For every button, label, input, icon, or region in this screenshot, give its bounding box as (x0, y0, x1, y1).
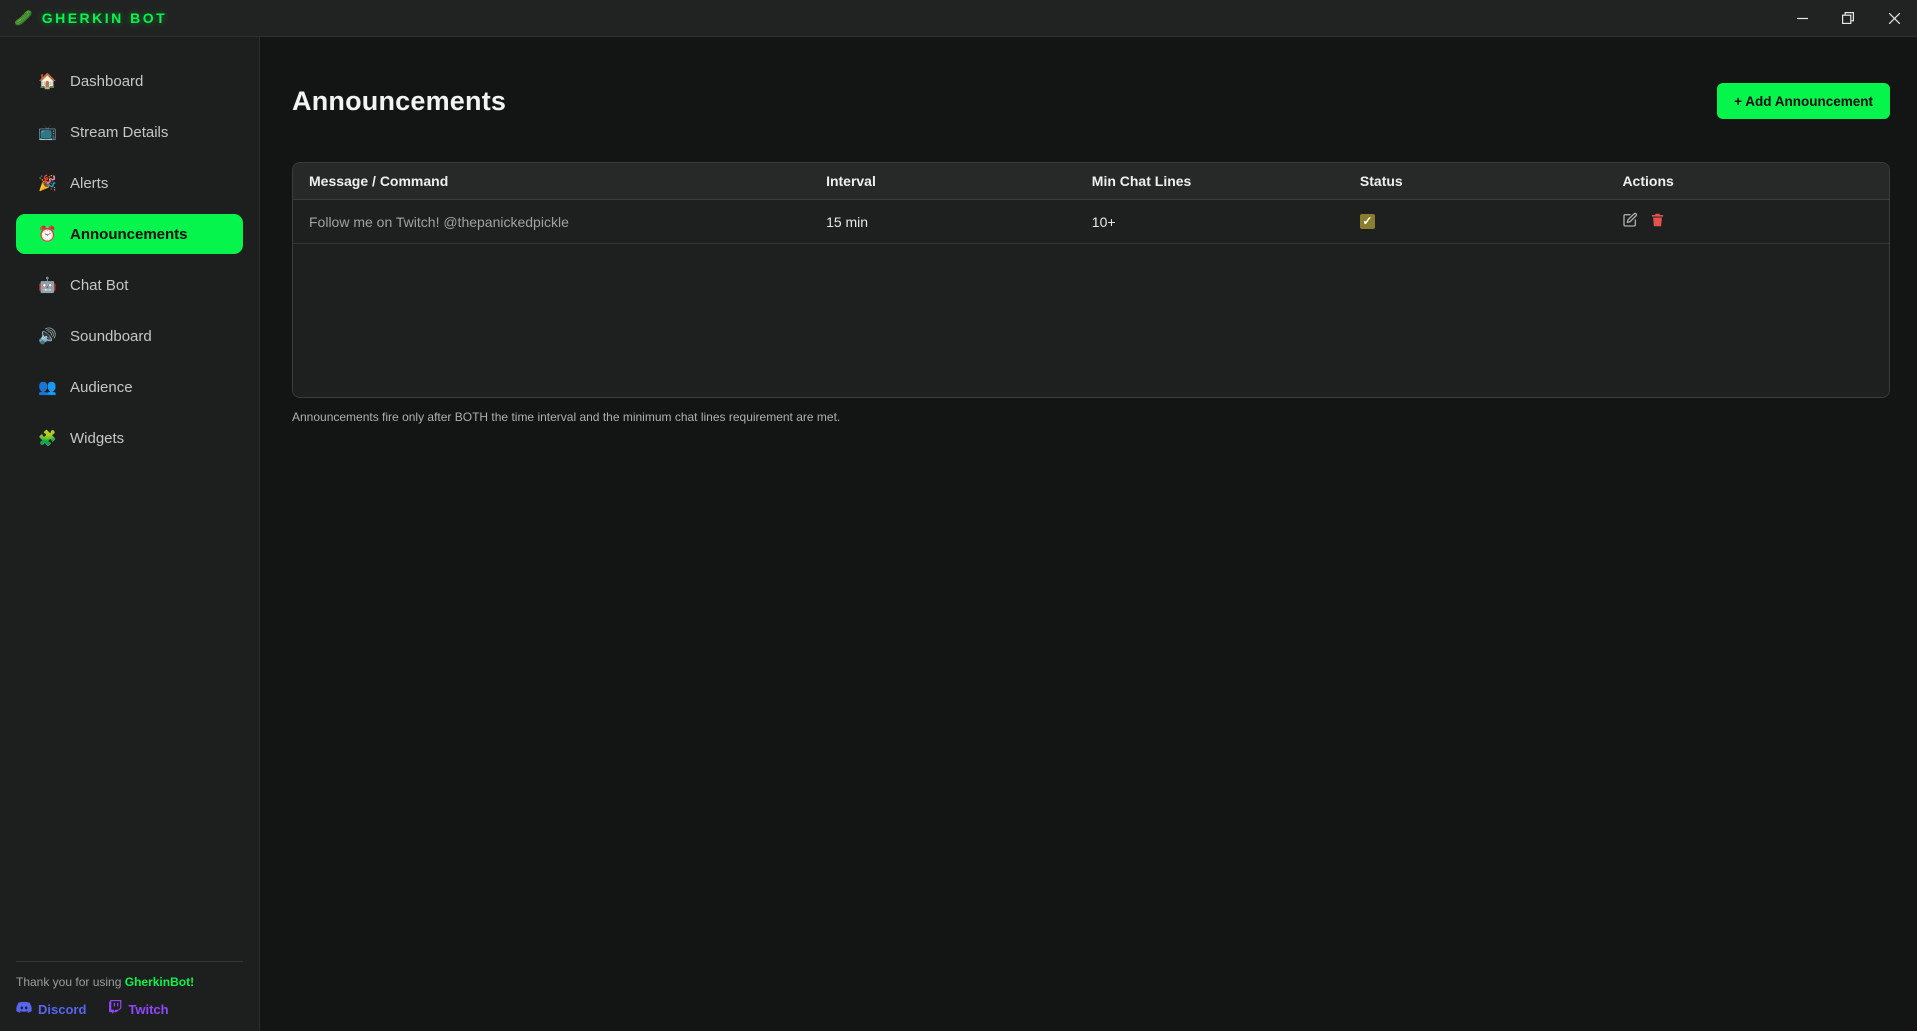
col-header-min-chat-lines: Min Chat Lines (1092, 173, 1360, 189)
main-header: Announcements + Add Announcement (292, 83, 1890, 119)
pickle-icon: 🥒 (14, 11, 33, 26)
add-announcement-button[interactable]: + Add Announcement (1717, 83, 1890, 119)
edit-icon (1622, 212, 1638, 231)
status-cell (1360, 214, 1623, 229)
dashboard-icon: 🏠 (38, 74, 56, 89)
app-title: GHERKIN BOT (42, 10, 168, 26)
main-content: Announcements + Add Announcement Message… (260, 37, 1917, 1031)
message-cell: Follow me on Twitch! @thepanickedpickle (293, 214, 826, 230)
twitch-link[interactable]: Twitch (108, 1000, 168, 1018)
sidebar-item-label: Audience (70, 379, 133, 396)
col-header-interval: Interval (826, 173, 1092, 189)
sidebar-footer: Thank you for using GherkinBot! Discord … (0, 961, 259, 1031)
party-popper-icon: 🎉 (38, 176, 56, 191)
sidebar-item-label: Stream Details (70, 124, 168, 141)
titlebar: 🥒 GHERKIN BOT (0, 0, 1917, 37)
sidebar-item-label: Dashboard (70, 73, 143, 90)
sidebar-item-label: Announcements (70, 226, 188, 243)
col-header-message: Message / Command (293, 173, 826, 189)
edit-button[interactable] (1622, 212, 1638, 231)
delete-button[interactable] (1650, 212, 1665, 231)
people-icon: 👥 (38, 380, 56, 395)
sidebar-item-announcements[interactable]: ⏰ Announcements (16, 214, 243, 254)
window-controls (1779, 0, 1917, 36)
table-row: Follow me on Twitch! @thepanickedpickle … (293, 200, 1889, 244)
thanks-text: Thank you for using GherkinBot! (16, 975, 243, 989)
thanks-prefix: Thank you for using (16, 975, 125, 989)
discord-icon (16, 1001, 32, 1017)
sidebar-item-chat-bot[interactable]: 🤖 Chat Bot (16, 265, 243, 305)
announcements-table: Message / Command Interval Min Chat Line… (292, 162, 1890, 398)
actions-cell (1622, 212, 1889, 231)
col-header-actions: Actions (1622, 173, 1889, 189)
discord-link[interactable]: Discord (16, 1001, 86, 1017)
sidebar-divider (16, 961, 243, 962)
close-button[interactable] (1871, 0, 1917, 36)
app-brand: 🥒 GHERKIN BOT (0, 10, 167, 26)
page-title: Announcements (292, 86, 506, 117)
puzzle-icon: 🧩 (38, 431, 56, 446)
min-chat-lines-cell: 10+ (1092, 214, 1360, 230)
close-icon (1889, 13, 1900, 24)
twitch-link-label: Twitch (128, 1002, 168, 1017)
sidebar-item-label: Soundboard (70, 328, 152, 345)
sidebar-item-label: Chat Bot (70, 277, 128, 294)
minimize-icon (1797, 13, 1808, 24)
restore-icon (1842, 12, 1854, 24)
discord-link-label: Discord (38, 1002, 86, 1017)
restore-button[interactable] (1825, 0, 1871, 36)
tv-icon: 📺 (38, 125, 56, 140)
sidebar: 🏠 Dashboard 📺 Stream Details 🎉 Alerts ⏰ … (0, 37, 260, 1031)
app-shell: 🏠 Dashboard 📺 Stream Details 🎉 Alerts ⏰ … (0, 37, 1917, 1031)
speaker-icon: 🔊 (38, 329, 56, 344)
footer-links: Discord Twitch (16, 1000, 243, 1018)
alarm-clock-icon: ⏰ (38, 227, 56, 242)
interval-cell: 15 min (826, 214, 1092, 230)
trash-icon (1650, 212, 1665, 231)
sidebar-item-dashboard[interactable]: 🏠 Dashboard (16, 61, 243, 101)
robot-icon: 🤖 (38, 278, 56, 293)
minimize-button[interactable] (1779, 0, 1825, 36)
sidebar-item-audience[interactable]: 👥 Audience (16, 367, 243, 407)
sidebar-item-soundboard[interactable]: 🔊 Soundboard (16, 316, 243, 356)
twitch-icon (108, 1000, 122, 1018)
status-checkbox[interactable] (1360, 214, 1375, 229)
sidebar-item-stream-details[interactable]: 📺 Stream Details (16, 112, 243, 152)
sidebar-item-label: Widgets (70, 430, 124, 447)
announcements-footnote: Announcements fire only after BOTH the t… (292, 410, 1890, 424)
sidebar-item-label: Alerts (70, 175, 108, 192)
table-header-row: Message / Command Interval Min Chat Line… (293, 163, 1889, 200)
sidebar-item-widgets[interactable]: 🧩 Widgets (16, 418, 243, 458)
brand-name: GherkinBot! (125, 975, 194, 989)
col-header-status: Status (1360, 173, 1623, 189)
sidebar-item-alerts[interactable]: 🎉 Alerts (16, 163, 243, 203)
table-empty-area (293, 244, 1889, 397)
